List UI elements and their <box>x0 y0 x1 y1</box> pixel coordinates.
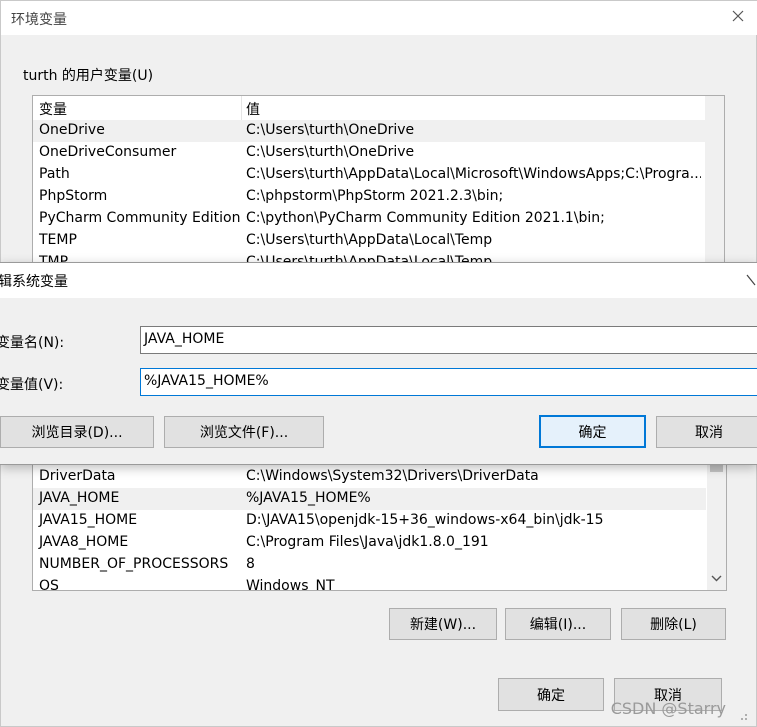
browse-file-button[interactable]: 浏览文件(F)... <box>164 416 324 448</box>
resize-grip-icon[interactable] <box>736 709 748 721</box>
browse-directory-button[interactable]: 浏览目录(D)... <box>0 416 154 448</box>
variable-name-cell: OneDrive <box>39 122 105 138</box>
variable-value-cell: Windows_NT <box>246 578 335 591</box>
variable-value-cell: C:\phpstorm\PhpStorm 2021.2.3\bin; <box>246 188 504 204</box>
variable-value-cell: C:\Users\turth\OneDrive <box>246 122 415 138</box>
variable-name-cell: JAVA15_HOME <box>39 512 138 528</box>
variable-value-cell: C:\Users\turth\OneDrive <box>246 144 415 160</box>
variable-name-cell: TEMP <box>39 232 77 248</box>
variable-name-cell: PyCharm Community Edition <box>39 210 241 226</box>
column-divider[interactable] <box>241 96 242 120</box>
window-title: 环境变量 <box>11 12 67 28</box>
list-header: 变量 值 <box>33 96 706 121</box>
table-row[interactable]: JAVA15_HOME D:\JAVA15\openjdk-15+36_windo… <box>33 510 706 532</box>
variable-value-label: 变量值(V): <box>0 377 64 393</box>
table-row[interactable]: DriverData C:\Windows\System32\Drivers\Dr… <box>33 466 706 488</box>
variable-name-cell: NUMBER_OF_PROCESSORS <box>39 556 229 572</box>
close-icon[interactable] <box>745 272 757 290</box>
variable-value-input[interactable]: %JAVA15_HOME% <box>140 368 757 396</box>
variable-name-cell: OneDriveConsumer <box>39 144 177 160</box>
table-row[interactable]: NUMBER_OF_PROCESSORS 8 <box>33 554 706 576</box>
variable-name-input[interactable]: JAVA_HOME <box>140 326 757 354</box>
close-icon[interactable] <box>728 6 748 26</box>
table-row[interactable]: PhpStorm C:\phpstorm\PhpStorm 2021.2.3\bi… <box>33 186 706 208</box>
variable-name-cell: Path <box>39 166 70 182</box>
scroll-thumb[interactable] <box>710 464 723 472</box>
edit-system-variable-dialog: 辑系统变量 变量名(N): JAVA_HOME 变量值(V): %JAVA15_… <box>0 262 757 465</box>
table-row[interactable]: OneDriveConsumer C:\Users\turth\OneDrive <box>33 142 706 164</box>
system-variables-list[interactable]: DriverData C:\Windows\System32\Drivers\Dr… <box>32 463 727 591</box>
variable-value-cell: %JAVA15_HOME% <box>246 490 371 506</box>
variable-name-label: 变量名(N): <box>0 335 65 351</box>
table-row[interactable]: JAVA8_HOME C:\Program Files\Java\jdk1.8.0… <box>33 532 706 554</box>
table-row[interactable]: PyCharm Community Edition C:\python\PyCha… <box>33 208 706 230</box>
watermark: CSDN @Starry <box>610 699 726 718</box>
window-titlebar: 环境变量 <box>1 1 757 35</box>
column-header-value[interactable]: 值 <box>246 99 260 119</box>
variable-name-cell: OS <box>39 578 59 591</box>
ok-button[interactable]: 确定 <box>498 678 604 711</box>
variable-value-cell: C:\Windows\System32\Drivers\DriverData <box>246 468 539 484</box>
delete-variable-button[interactable]: 删除(L) <box>621 608 726 640</box>
table-row[interactable]: OS Windows_NT <box>33 576 706 591</box>
user-variables-group-label: turth 的用户变量(U) <box>23 68 154 84</box>
variable-value-cell: D:\JAVA15\openjdk-15+36_windows-x64_bin\… <box>246 512 604 528</box>
new-variable-button[interactable]: 新建(W)... <box>389 608 497 640</box>
dialog-title: 辑系统变量 <box>0 274 68 290</box>
variable-value-cell: C:\Users\turth\AppData\Local\Microsoft\W… <box>246 166 701 182</box>
variable-value-cell: C:\Users\turth\AppData\Local\Temp <box>246 232 493 248</box>
variable-name-cell: PhpStorm <box>39 188 108 204</box>
user-list-scrollbar[interactable] <box>705 96 724 264</box>
table-row[interactable]: JAVA_HOME %JAVA15_HOME% <box>33 488 706 510</box>
dialog-titlebar: 辑系统变量 <box>0 263 757 298</box>
column-header-name[interactable]: 变量 <box>39 99 67 119</box>
system-list-scrollbar[interactable] <box>707 464 726 590</box>
user-variables-list[interactable]: 变量 值 OneDrive C:\Users\turth\OneDrive OneD… <box>32 95 725 265</box>
variable-value-cell: C:\python\PyCharm Community Edition 2021… <box>246 210 605 226</box>
scroll-down-icon[interactable] <box>710 572 723 584</box>
table-row[interactable]: Path C:\Users\turth\AppData\Local\Microso… <box>33 164 706 186</box>
variable-value-cell: C:\Program Files\Java\jdk1.8.0_191 <box>246 534 489 550</box>
table-row[interactable]: TEMP C:\Users\turth\AppData\Local\Temp <box>33 230 706 252</box>
table-row[interactable]: OneDrive C:\Users\turth\OneDrive <box>33 120 706 142</box>
variable-value-cell: 8 <box>246 556 255 572</box>
variable-name-cell: JAVA_HOME <box>39 490 120 506</box>
dialog-ok-button[interactable]: 确定 <box>539 415 646 448</box>
variable-name-cell: JAVA8_HOME <box>39 534 129 550</box>
dialog-cancel-button[interactable]: 取消 <box>656 416 757 448</box>
variable-name-cell: DriverData <box>39 468 116 484</box>
edit-variable-button[interactable]: 编辑(I)... <box>505 608 611 640</box>
